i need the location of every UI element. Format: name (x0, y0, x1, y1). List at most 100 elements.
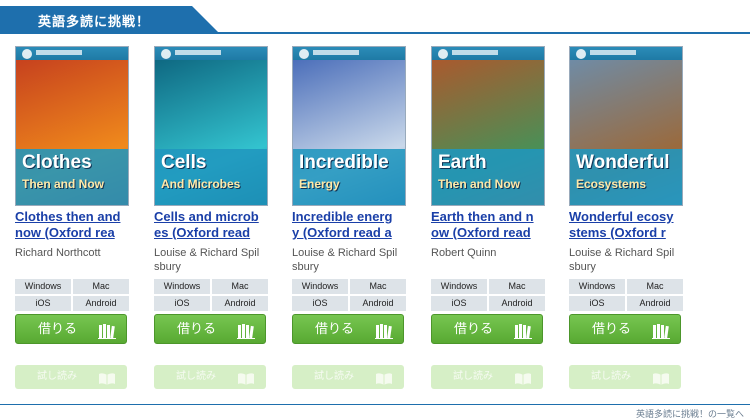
platform-badge: Windows (569, 279, 625, 294)
borrow-button[interactable]: 借りる (15, 314, 127, 344)
platform-badge: iOS (15, 296, 71, 311)
open-book-icon (376, 371, 392, 385)
cover-title: Incredible (299, 152, 389, 173)
platform-badge: Windows (15, 279, 71, 294)
preview-button-label: 試し読み (591, 371, 631, 382)
section-banner: 英語多読に挑戦！ (0, 6, 750, 34)
open-book-icon (653, 371, 669, 385)
platform-badge: iOS (569, 296, 625, 311)
borrow-button-label: 借りる (592, 321, 632, 336)
platform-badge: Mac (212, 279, 268, 294)
cover-subtitle: Energy (299, 177, 340, 191)
cover-series-strip (293, 47, 405, 60)
preview-button-label: 試し読み (453, 371, 493, 382)
cover-subtitle: Ecosystems (576, 177, 647, 191)
bottom-divider (0, 404, 750, 405)
book-author: Robert Quinn (431, 247, 497, 259)
platform-badge: Mac (489, 279, 545, 294)
book-title-link[interactable]: Cells and microb es (Oxford read (154, 209, 274, 243)
book-title-link[interactable]: Earth then and n ow (Oxford read (431, 209, 551, 243)
platform-badge: Mac (627, 279, 683, 294)
preview-button-label: 試し読み (37, 371, 77, 382)
cover-title: Wonderful (576, 152, 670, 173)
platform-badge: Windows (292, 279, 348, 294)
book-author: Louise & Richard Spil sbury (154, 247, 260, 273)
platform-badge: iOS (292, 296, 348, 311)
books-icon (652, 321, 670, 339)
book-card: Clothes Then and Now Clothes then and now … (14, 46, 136, 391)
preview-button[interactable]: 試し読み (431, 365, 543, 389)
cover-series-mark (313, 50, 359, 55)
platform-badge: Mac (350, 279, 406, 294)
cover-title: Clothes (22, 152, 92, 173)
series-logo-icon (22, 49, 32, 59)
preview-button[interactable]: 試し読み (154, 365, 266, 389)
book-card: Cells And Microbes Cells and microb es (Ox… (153, 46, 275, 391)
platform-badge: Mac (73, 279, 129, 294)
book-cover-image[interactable]: Clothes Then and Now (15, 46, 129, 206)
cover-series-strip (16, 47, 128, 60)
supported-platforms: Windows Mac iOS Android (431, 279, 545, 311)
preview-button[interactable]: 試し読み (292, 365, 404, 389)
book-title-link[interactable]: Wonderful ecosy stems (Oxford r (569, 209, 689, 243)
book-card: Wonderful Ecosystems Wonderful ecosy stems… (568, 46, 690, 391)
book-cover-image[interactable]: Wonderful Ecosystems (569, 46, 683, 206)
book-title-link[interactable]: Incredible energ y (Oxford read a (292, 209, 412, 243)
series-logo-icon (576, 49, 586, 59)
open-book-icon (99, 371, 115, 385)
supported-platforms: Windows Mac iOS Android (292, 279, 406, 311)
supported-platforms: Windows Mac iOS Android (569, 279, 683, 311)
book-author: Louise & Richard Spil sbury (569, 247, 675, 273)
platform-badge: Windows (431, 279, 487, 294)
cover-series-strip (432, 47, 544, 60)
borrow-button[interactable]: 借りる (569, 314, 681, 344)
series-logo-icon (161, 49, 171, 59)
banner-underline (0, 32, 750, 34)
book-card: Earth Then and Now Earth then and n ow (Ox… (430, 46, 552, 391)
books-icon (98, 321, 116, 339)
book-author: Richard Northcott (15, 247, 101, 259)
platform-badge: Android (627, 296, 683, 311)
cover-title: Earth (438, 152, 487, 173)
preview-button[interactable]: 試し読み (15, 365, 127, 389)
preview-button[interactable]: 試し読み (569, 365, 681, 389)
borrow-button-label: 借りる (38, 321, 78, 336)
more-link[interactable]: 英語多読に挑戦！の一覧へ (564, 407, 744, 418)
borrow-button[interactable]: 借りる (431, 314, 543, 344)
cover-series-strip (570, 47, 682, 60)
platform-badge: Android (350, 296, 406, 311)
platform-badge: Android (212, 296, 268, 311)
banner-title: 英語多読に挑戦！ (38, 15, 151, 30)
supported-platforms: Windows Mac iOS Android (15, 279, 129, 311)
preview-button-label: 試し読み (314, 371, 354, 382)
borrow-button-label: 借りる (454, 321, 494, 336)
platform-badge: Android (73, 296, 129, 311)
borrow-button[interactable]: 借りる (154, 314, 266, 344)
book-cover-image[interactable]: Incredible Energy (292, 46, 406, 206)
preview-button-label: 試し読み (176, 371, 216, 382)
series-logo-icon (299, 49, 309, 59)
open-book-icon (515, 371, 531, 385)
books-icon (237, 321, 255, 339)
borrow-button-label: 借りる (315, 321, 355, 336)
cover-subtitle: And Microbes (161, 177, 241, 191)
cover-title: Cells (161, 152, 207, 173)
book-author: Louise & Richard Spil sbury (292, 247, 398, 273)
cover-series-mark (175, 50, 221, 55)
books-icon (375, 321, 393, 339)
cover-subtitle: Then and Now (22, 177, 104, 191)
supported-platforms: Windows Mac iOS Android (154, 279, 268, 311)
books-icon (514, 321, 532, 339)
platform-badge: iOS (431, 296, 487, 311)
cover-subtitle: Then and Now (438, 177, 520, 191)
book-card: Incredible Energy Incredible energ y (Oxfo… (291, 46, 413, 391)
cover-series-strip (155, 47, 267, 60)
book-cover-image[interactable]: Cells And Microbes (154, 46, 268, 206)
book-list: Clothes Then and Now Clothes then and now … (14, 46, 744, 396)
borrow-button-label: 借りる (177, 321, 217, 336)
book-title-link[interactable]: Clothes then and now (Oxford rea (15, 209, 135, 243)
book-cover-image[interactable]: Earth Then and Now (431, 46, 545, 206)
borrow-button[interactable]: 借りる (292, 314, 404, 344)
cover-series-mark (36, 50, 82, 55)
platform-badge: Windows (154, 279, 210, 294)
